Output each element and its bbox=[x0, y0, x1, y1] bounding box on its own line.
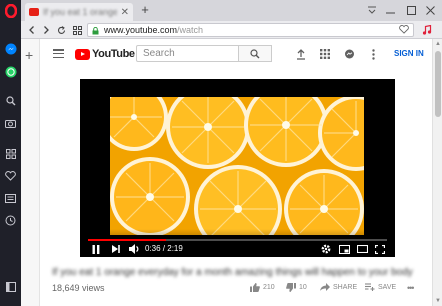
volume-icon[interactable] bbox=[127, 243, 141, 255]
music-player-icon[interactable] bbox=[420, 23, 434, 37]
miniplayer-icon[interactable] bbox=[338, 243, 350, 255]
messages-icon[interactable] bbox=[342, 47, 356, 61]
messenger-icon[interactable] bbox=[0, 40, 21, 58]
opera-sidebar bbox=[0, 0, 21, 306]
speed-dial-grid-icon[interactable] bbox=[70, 23, 84, 37]
search-icon[interactable] bbox=[0, 92, 21, 110]
pause-icon[interactable] bbox=[90, 243, 102, 255]
address-bar-row: www.youtube.com/watch bbox=[21, 21, 442, 39]
url-text: www.youtube.com/watch bbox=[104, 25, 203, 35]
next-video-icon[interactable] bbox=[110, 243, 122, 255]
orange-slices-image bbox=[110, 97, 364, 235]
video-player[interactable]: 0:36 / 2:19 bbox=[80, 79, 395, 257]
maximize-icon[interactable] bbox=[403, 3, 419, 17]
apps-grid-icon[interactable] bbox=[318, 47, 332, 61]
time-display: 0:36 / 2:19 bbox=[145, 244, 183, 253]
add-to-playlist-icon bbox=[365, 283, 375, 291]
history-icon[interactable] bbox=[0, 211, 21, 229]
add-panel-icon[interactable]: + bbox=[25, 47, 33, 63]
whatsapp-icon[interactable] bbox=[0, 63, 21, 81]
url-field[interactable]: www.youtube.com/watch bbox=[87, 23, 414, 37]
video-frame[interactable] bbox=[110, 97, 364, 235]
youtube-logo-text: YouTube bbox=[92, 48, 135, 60]
tab-close-icon[interactable]: ✕ bbox=[121, 7, 129, 18]
thumbs-up-icon bbox=[250, 283, 260, 292]
opera-logo-icon[interactable] bbox=[0, 2, 21, 20]
active-tab[interactable]: If you eat 1 orange everyday for a month… bbox=[25, 3, 133, 21]
news-icon[interactable] bbox=[0, 189, 21, 207]
new-tab-button[interactable]: + bbox=[138, 3, 152, 17]
settings-gear-icon[interactable] bbox=[320, 243, 332, 255]
scroll-thumb[interactable] bbox=[435, 51, 441, 117]
share-label: SHARE bbox=[333, 283, 358, 291]
youtube-header: YouTube Search SIGN IN bbox=[41, 39, 432, 69]
heart-icon[interactable] bbox=[0, 167, 21, 185]
more-options-icon[interactable] bbox=[366, 47, 380, 61]
youtube-favicon-icon bbox=[29, 8, 39, 16]
share-arrow-icon bbox=[320, 283, 330, 291]
lock-icon bbox=[92, 26, 99, 38]
sign-in-button[interactable]: SIGN IN bbox=[394, 49, 424, 58]
video-title: If you eat 1 orange everyday for a month… bbox=[52, 267, 413, 278]
view-count: 18,649 views bbox=[52, 283, 105, 293]
minimize-icon[interactable] bbox=[382, 3, 398, 17]
tab-bar: If you eat 1 orange everyday for a month… bbox=[21, 0, 442, 21]
progress-bar[interactable] bbox=[88, 239, 387, 241]
scroll-up-icon[interactable]: ▲ bbox=[435, 41, 441, 47]
url-path: /watch bbox=[177, 25, 204, 35]
fullscreen-icon[interactable] bbox=[374, 243, 386, 255]
tab-menu-icon[interactable] bbox=[364, 3, 380, 17]
close-window-icon[interactable] bbox=[422, 3, 438, 17]
thumbs-down-icon bbox=[286, 283, 296, 292]
youtube-play-logo-icon bbox=[75, 48, 90, 60]
search-button[interactable] bbox=[239, 45, 272, 62]
page-scrollbar[interactable]: ▲ ▼ bbox=[432, 39, 442, 306]
search-icon bbox=[250, 48, 260, 58]
save-label: SAVE bbox=[378, 283, 397, 291]
theater-mode-icon[interactable] bbox=[356, 243, 368, 255]
progress-fill bbox=[88, 239, 166, 241]
speed-dial-icon[interactable] bbox=[0, 145, 21, 163]
share-button[interactable]: SHARE bbox=[320, 283, 357, 291]
bookmark-heart-icon[interactable] bbox=[399, 25, 409, 37]
forward-icon[interactable] bbox=[39, 23, 53, 37]
more-actions-button[interactable]: ••• bbox=[407, 283, 415, 293]
upload-icon[interactable] bbox=[294, 47, 308, 61]
tab-title: If you eat 1 orange everyday for a month bbox=[43, 7, 117, 17]
like-count: 210 bbox=[263, 284, 275, 291]
search-input[interactable]: Search bbox=[136, 45, 239, 62]
back-icon[interactable] bbox=[25, 23, 39, 37]
like-button[interactable]: 210 bbox=[250, 283, 275, 292]
player-controls: 0:36 / 2:19 bbox=[80, 229, 395, 257]
save-button[interactable]: SAVE bbox=[365, 283, 396, 291]
sidebar-panel-strip: + bbox=[21, 39, 40, 306]
sidebar-toggle-icon[interactable] bbox=[0, 278, 21, 296]
hamburger-menu-icon[interactable] bbox=[53, 49, 64, 58]
dislike-button[interactable]: 10 bbox=[286, 283, 307, 292]
dislike-count: 10 bbox=[299, 284, 307, 291]
scroll-down-icon[interactable]: ▼ bbox=[435, 298, 441, 304]
url-host: www.youtube.com bbox=[104, 25, 178, 35]
reload-icon[interactable] bbox=[54, 23, 68, 37]
camera-icon[interactable] bbox=[0, 114, 21, 132]
youtube-logo[interactable]: YouTube bbox=[75, 48, 135, 60]
